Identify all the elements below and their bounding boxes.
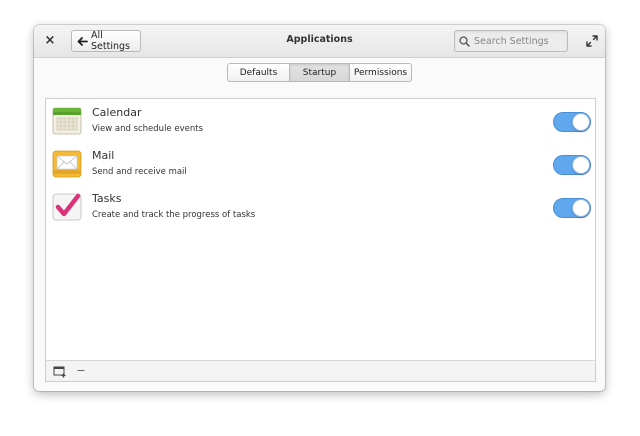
tasks-startup-toggle[interactable] bbox=[553, 198, 591, 218]
remove-app-button[interactable]: − bbox=[74, 363, 88, 379]
view-switcher: Defaults Startup Permissions bbox=[227, 63, 412, 82]
window-title: Applications bbox=[286, 34, 353, 45]
calendar-startup-toggle[interactable] bbox=[553, 112, 591, 132]
search-box[interactable] bbox=[454, 30, 568, 52]
maximize-icon[interactable] bbox=[586, 35, 598, 47]
search-input[interactable] bbox=[474, 35, 562, 47]
mail-icon bbox=[52, 150, 82, 178]
settings-window: × All Settings Applications Defaults Sta… bbox=[34, 25, 605, 391]
app-description: View and schedule events bbox=[92, 124, 203, 134]
all-settings-label: All Settings bbox=[91, 30, 130, 52]
tab-permissions[interactable]: Permissions bbox=[350, 64, 411, 81]
close-button[interactable]: × bbox=[43, 34, 57, 48]
list-toolbar: − bbox=[45, 360, 596, 382]
calendar-icon bbox=[52, 107, 82, 135]
toggle-knob bbox=[572, 113, 590, 131]
list-item-mail[interactable]: Mail Send and receive mail bbox=[46, 144, 595, 186]
list-item-calendar[interactable]: Calendar View and schedule events bbox=[46, 101, 595, 143]
list-item-tasks[interactable]: Tasks Create and track the progress of t… bbox=[46, 187, 595, 229]
app-name: Tasks bbox=[92, 192, 122, 205]
tasks-icon bbox=[52, 193, 82, 221]
app-description: Create and track the progress of tasks bbox=[92, 210, 256, 220]
add-app-icon[interactable] bbox=[53, 366, 67, 378]
app-name: Calendar bbox=[92, 106, 142, 119]
titlebar: × All Settings Applications bbox=[34, 25, 605, 58]
search-icon bbox=[459, 35, 470, 47]
toggle-knob bbox=[572, 156, 590, 174]
tab-defaults[interactable]: Defaults bbox=[228, 64, 290, 81]
toggle-knob bbox=[572, 199, 590, 217]
arrow-left-icon bbox=[77, 36, 88, 46]
mail-startup-toggle[interactable] bbox=[553, 155, 591, 175]
tab-startup[interactable]: Startup bbox=[290, 64, 350, 81]
startup-apps-list: Calendar View and schedule events Mail S… bbox=[45, 98, 596, 361]
app-name: Mail bbox=[92, 149, 115, 162]
all-settings-button[interactable]: All Settings bbox=[71, 30, 141, 52]
app-description: Send and receive mail bbox=[92, 167, 187, 177]
